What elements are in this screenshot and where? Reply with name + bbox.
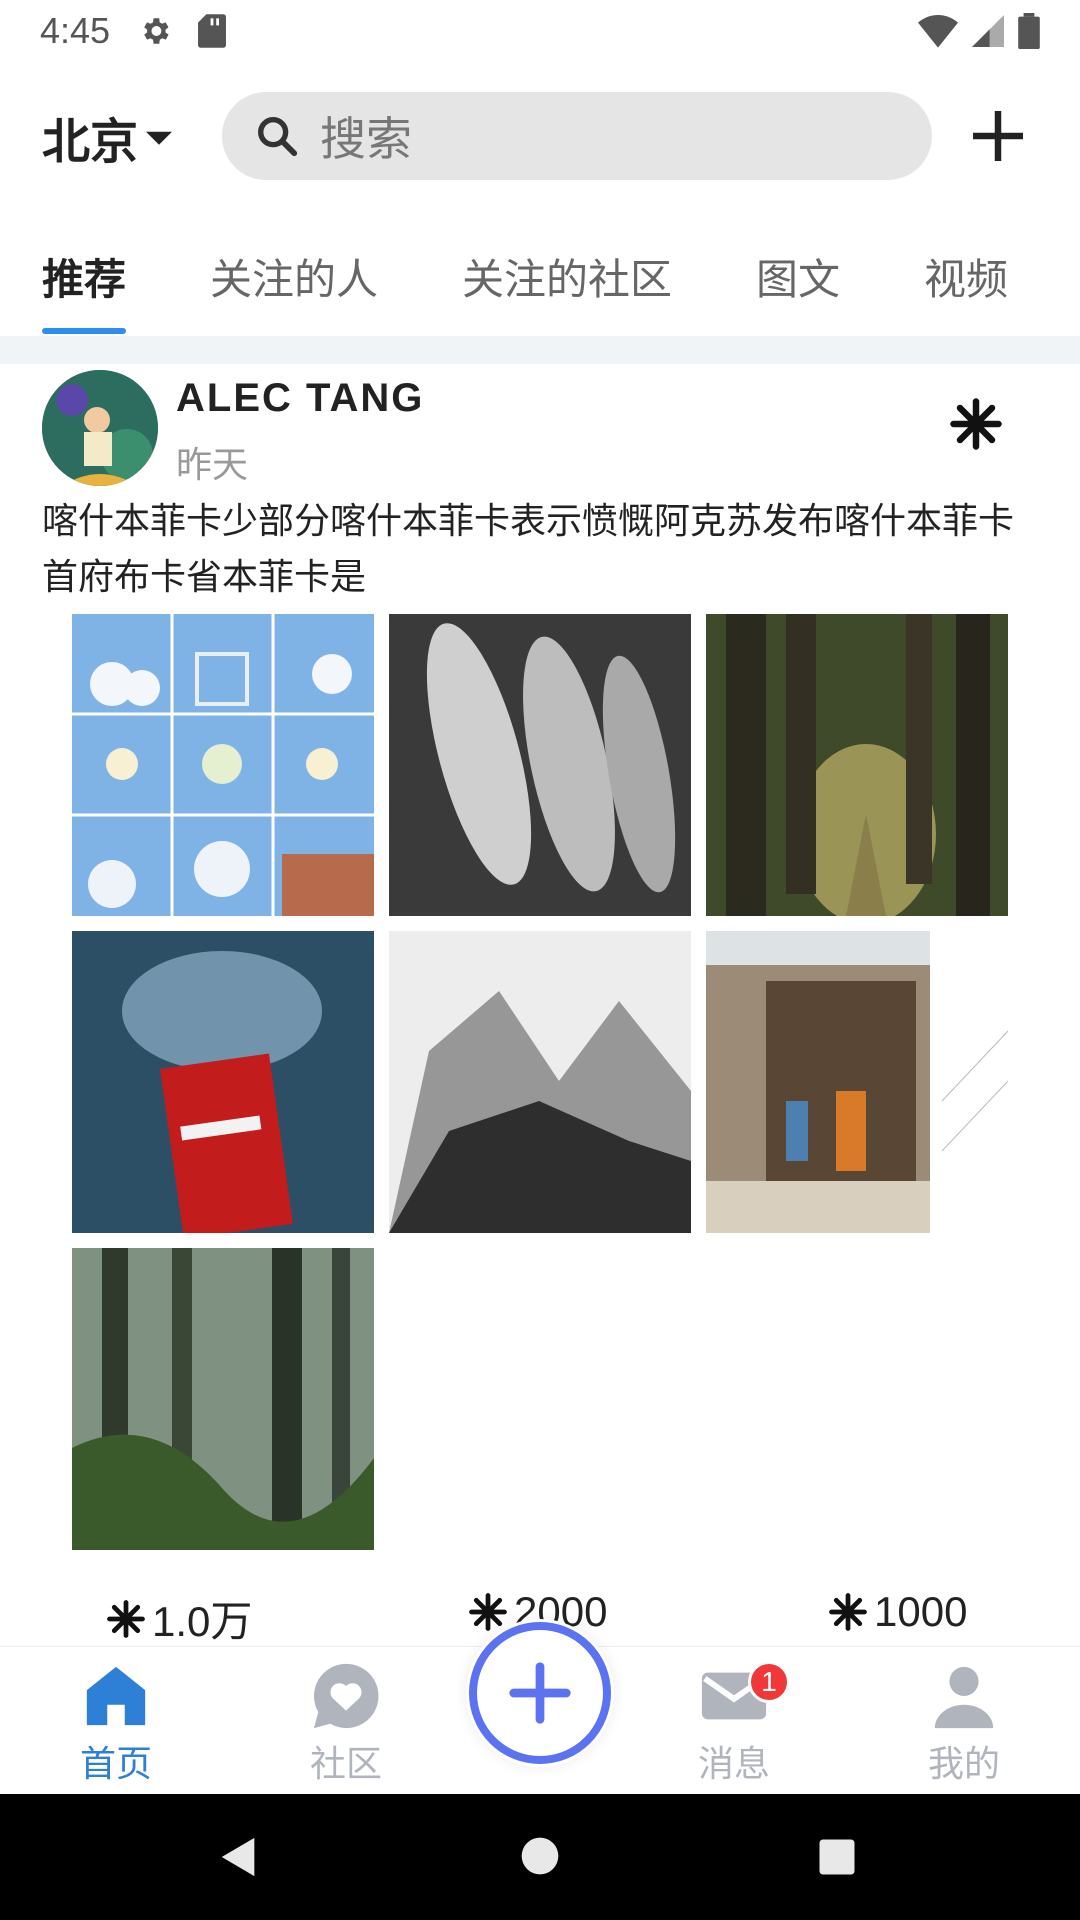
city-selector[interactable]: 北京	[42, 102, 173, 172]
photo-thumbnail[interactable]	[72, 614, 374, 916]
feed-tabs: 推荐 关注的人 关注的社区 图文 视频	[0, 236, 1080, 336]
battery-icon	[1018, 13, 1040, 49]
photo-thumbnail[interactable]	[706, 614, 1008, 916]
sparkle-icon[interactable]	[946, 394, 1006, 454]
plus-icon	[509, 1662, 571, 1724]
nav-messages[interactable]: 消息 1	[664, 1661, 804, 1791]
tab-recommended[interactable]: 推荐	[42, 246, 126, 307]
nav-community[interactable]: 社区	[276, 1661, 416, 1791]
city-label: 北京	[42, 114, 139, 170]
stat-likes[interactable]: 1000	[826, 1588, 967, 1636]
nav-profile-label: 我的	[927, 1744, 1000, 1785]
home-icon	[86, 1666, 146, 1726]
photo-thumbnail[interactable]	[72, 931, 374, 1233]
photo-thumbnail[interactable]	[389, 614, 691, 916]
post-time: 昨天	[176, 445, 249, 486]
home-circle-icon[interactable]	[518, 1834, 562, 1878]
system-nav-bar	[0, 1794, 1080, 1920]
search-icon	[258, 117, 298, 157]
post-text: 喀什本菲卡少部分喀什本菲卡表示愤慨阿克苏发布喀什本菲卡首府布卡省本菲卡是	[42, 501, 1015, 598]
nav-messages-label: 消息	[697, 1744, 770, 1785]
sparkle-icon	[829, 1593, 867, 1631]
stat-likes-value: 1000	[874, 1588, 968, 1635]
stat-views-value: 1.0万	[152, 1598, 253, 1645]
sparkle-icon	[107, 1599, 145, 1638]
top-header: 北京 搜索	[0, 92, 1080, 182]
avatar[interactable]	[42, 370, 158, 486]
nav-home[interactable]: 首页	[46, 1661, 186, 1791]
publish-button[interactable]	[469, 1622, 611, 1764]
bottom-nav: 首页 社区 消息 1 我的	[0, 1619, 1080, 1794]
heart-chat-icon	[313, 1663, 379, 1729]
publish-fab-container	[466, 1619, 614, 1767]
status-bar: 4:45	[0, 0, 1080, 62]
nav-home-label: 首页	[79, 1744, 152, 1785]
settings-icon	[144, 18, 169, 44]
message-badge: 1	[748, 1661, 790, 1703]
stat-views[interactable]: 1.0万	[104, 1588, 252, 1649]
tab-following-communities[interactable]: 关注的社区	[462, 246, 672, 307]
signal-icon	[972, 15, 1004, 47]
recents-icon[interactable]	[816, 1836, 858, 1878]
back-icon[interactable]	[216, 1834, 262, 1880]
add-icon[interactable]	[968, 106, 1028, 166]
caret-down-icon	[146, 131, 173, 145]
sd-card-icon	[198, 14, 227, 48]
photo-grid	[72, 614, 1008, 1552]
tab-image-text[interactable]: 图文	[756, 246, 840, 307]
nav-community-label: 社区	[309, 1744, 382, 1785]
photo-thumbnail[interactable]	[72, 1248, 374, 1550]
tab-video[interactable]: 视频	[924, 246, 1008, 307]
section-divider	[0, 336, 1080, 364]
nav-profile[interactable]: 我的	[894, 1661, 1034, 1791]
active-tab-indicator	[42, 328, 126, 334]
user-icon	[934, 1666, 994, 1729]
tab-following-people[interactable]: 关注的人	[210, 246, 378, 307]
search-input[interactable]: 搜索	[222, 92, 932, 180]
status-time: 4:45	[40, 10, 111, 51]
wifi-icon	[918, 15, 958, 48]
photo-thumbnail[interactable]	[706, 931, 1008, 1233]
post-header: ALEC TANG 昨天	[42, 370, 1038, 488]
photo-thumbnail[interactable]	[389, 931, 691, 1233]
author-name[interactable]: ALEC TANG	[176, 376, 424, 421]
search-placeholder: 搜索	[320, 112, 412, 166]
